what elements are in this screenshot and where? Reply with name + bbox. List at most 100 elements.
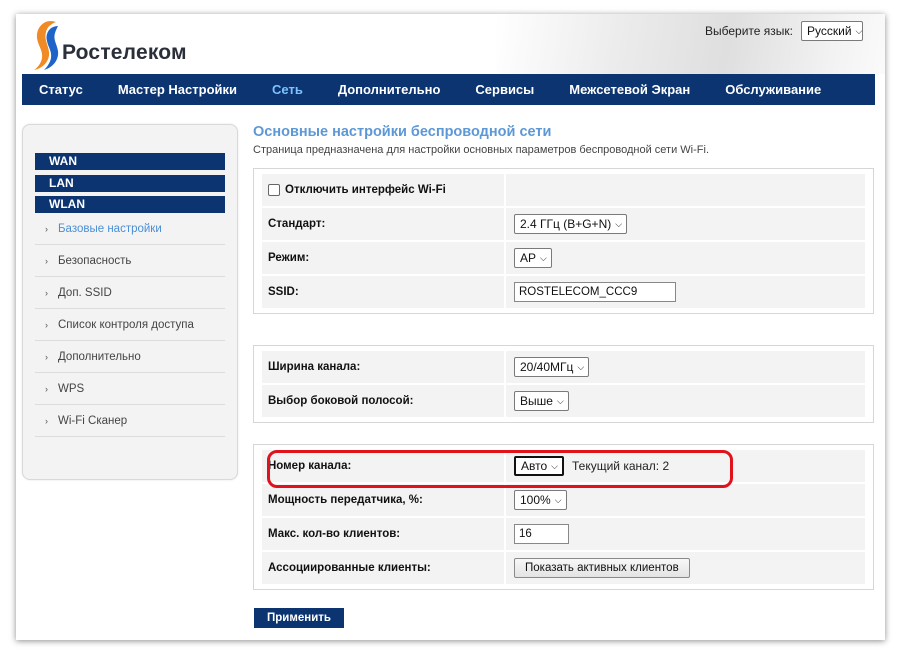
chevron-down-icon: ⌵ [540, 252, 547, 263]
ssid-cell: ROSTELECOM_CCC9 [506, 276, 865, 308]
form-row: Отключить интерфейс Wi-Fi [262, 174, 865, 206]
language-value: Русский [807, 24, 852, 38]
max-clients-input[interactable]: 16 [514, 524, 569, 544]
max-clients-label: Макс. кол-во клиентов: [262, 518, 504, 550]
empty-cell [506, 174, 865, 206]
channel-width-cell: 20/40МГц ⌵ [506, 351, 865, 383]
sideband-select[interactable]: Выше ⌵ [514, 391, 569, 411]
page-description: Страница предназначена для настройки осн… [253, 144, 709, 156]
chevron-down-icon: ⌵ [556, 395, 564, 406]
panel-basic: Отключить интерфейс Wi-Fi Стандарт: 2.4 … [253, 168, 874, 314]
disable-wifi-label: Отключить интерфейс Wi-Fi [285, 184, 446, 196]
rostelecom-logo-icon [34, 21, 59, 70]
bullet-icon: › [45, 255, 48, 266]
sidebar-item-basic[interactable]: › Базовые настройки [35, 213, 225, 245]
sidebar-item-label: Дополнительно [58, 350, 141, 363]
channel-width-label: Ширина канала: [262, 351, 504, 383]
language-selector: Выберите язык: Русский ⌵ [705, 21, 863, 41]
form-row: Режим: AP ⌵ [262, 242, 865, 274]
language-select[interactable]: Русский ⌵ [801, 21, 863, 41]
router-window: Ростелеком Выберите язык: Русский ⌵ Стат… [16, 14, 885, 640]
standard-value: 2.4 ГГц (B+G+N) [520, 217, 612, 231]
tx-power-label: Мощность передатчика, %: [262, 484, 504, 516]
bullet-icon: › [45, 415, 48, 426]
chevron-down-icon: ⌵ [577, 361, 585, 372]
sidebar-item-extra-ssid[interactable]: › Доп. SSID [35, 277, 225, 309]
chevron-down-icon: ⌵ [554, 494, 562, 505]
sidebar-item-label: Доп. SSID [58, 286, 112, 299]
assoc-clients-label: Ассоциированные клиенты: [262, 552, 504, 584]
chevron-down-icon: ⌵ [551, 460, 558, 471]
sidebar-group-wan[interactable]: WAN [35, 153, 225, 170]
form-row: Выбор боковой полосой: Выше ⌵ [262, 385, 865, 417]
mode-select[interactable]: AP ⌵ [514, 248, 552, 268]
tx-power-select[interactable]: 100% ⌵ [514, 490, 567, 510]
form-row: Ассоциированные клиенты: Показать активн… [262, 552, 865, 584]
nav-wizard[interactable]: Мастер Настройки [118, 82, 237, 97]
panel-channel: Номер канала: Авто ⌵ Текущий канал: 2 Мо… [253, 444, 874, 590]
language-label: Выберите язык: [705, 24, 793, 38]
apply-button[interactable]: Применить [254, 608, 344, 628]
form-row: SSID: ROSTELECOM_CCC9 [262, 276, 865, 308]
standard-cell: 2.4 ГГц (B+G+N) ⌵ [506, 208, 865, 240]
nav-advanced[interactable]: Дополнительно [338, 82, 441, 97]
show-active-clients-button[interactable]: Показать активных клиентов [514, 558, 690, 578]
sidebar-item-security[interactable]: › Безопасность [35, 245, 225, 277]
sideband-value: Выше [520, 394, 553, 408]
tx-power-value: 100% [520, 493, 551, 507]
channel-label: Номер канала: [262, 450, 504, 482]
nav-status[interactable]: Статус [39, 82, 83, 97]
panel-channel-width: Ширина канала: 20/40МГц ⌵ Выбор боковой … [253, 345, 874, 423]
form-row: Мощность передатчика, %: 100% ⌵ [262, 484, 865, 516]
logo: Ростелеком [32, 20, 232, 70]
channel-width-select[interactable]: 20/40МГц ⌵ [514, 357, 590, 377]
sidebar-group-lan[interactable]: LAN [35, 175, 225, 192]
mode-value: AP [520, 251, 537, 265]
disable-wifi-cell: Отключить интерфейс Wi-Fi [262, 174, 504, 206]
disable-wifi-checkbox[interactable] [268, 184, 280, 196]
bullet-icon: › [45, 351, 48, 362]
nav-services[interactable]: Сервисы [475, 82, 534, 97]
bullet-icon: › [45, 319, 48, 330]
brand-name: Ростелеком [62, 41, 187, 64]
standard-label: Стандарт: [262, 208, 504, 240]
page-title: Основные настройки беспроводной сети [253, 124, 552, 140]
bullet-icon: › [45, 223, 48, 234]
sidebar-item-label: Базовые настройки [58, 222, 162, 235]
form-row: Ширина канала: 20/40МГц ⌵ [262, 351, 865, 383]
nav-maintenance[interactable]: Обслуживание [725, 82, 821, 97]
sidebar-item-label: Безопасность [58, 254, 132, 267]
sidebar-item-label: Список контроля доступа [58, 318, 194, 331]
form-row: Номер канала: Авто ⌵ Текущий канал: 2 [262, 450, 865, 482]
chevron-down-icon: ⌵ [615, 218, 623, 229]
channel-select[interactable]: Авто ⌵ [514, 456, 564, 476]
sidebar-item-wifi-scanner[interactable]: › Wi-Fi Сканер [35, 405, 225, 437]
sidebar: WAN LAN WLAN › Базовые настройки › Безоп… [22, 124, 238, 480]
max-clients-cell: 16 [506, 518, 865, 550]
sidebar-item-label: Wi-Fi Сканер [58, 414, 128, 427]
sideband-cell: Выше ⌵ [506, 385, 865, 417]
ssid-input[interactable]: ROSTELECOM_CCC9 [514, 282, 676, 302]
tx-power-cell: 100% ⌵ [506, 484, 865, 516]
channel-cell: Авто ⌵ Текущий канал: 2 [506, 450, 865, 482]
main-nav: Статус Мастер Настройки Сеть Дополнитель… [22, 74, 875, 105]
channel-value: Авто [521, 459, 548, 473]
form-row: Стандарт: 2.4 ГГц (B+G+N) ⌵ [262, 208, 865, 240]
sidebar-item-advanced[interactable]: › Дополнительно [35, 341, 225, 373]
nav-firewall[interactable]: Межсетевой Экран [569, 82, 690, 97]
sidebar-item-acl[interactable]: › Список контроля доступа [35, 309, 225, 341]
nav-network[interactable]: Сеть [272, 82, 303, 97]
bullet-icon: › [45, 287, 48, 298]
current-channel-text: Текущий канал: 2 [571, 459, 670, 473]
standard-select[interactable]: 2.4 ГГц (B+G+N) ⌵ [514, 214, 628, 234]
ssid-label: SSID: [262, 276, 504, 308]
mode-label: Режим: [262, 242, 504, 274]
sidebar-group-wlan[interactable]: WLAN [35, 196, 225, 213]
bullet-icon: › [45, 383, 48, 394]
form-row: Макс. кол-во клиентов: 16 [262, 518, 865, 550]
chevron-down-icon: ⌵ [855, 25, 863, 36]
channel-width-value: 20/40МГц [520, 360, 574, 374]
sideband-label: Выбор боковой полосой: [262, 385, 504, 417]
sidebar-item-wps[interactable]: › WPS [35, 373, 225, 405]
assoc-clients-cell: Показать активных клиентов [506, 552, 865, 584]
